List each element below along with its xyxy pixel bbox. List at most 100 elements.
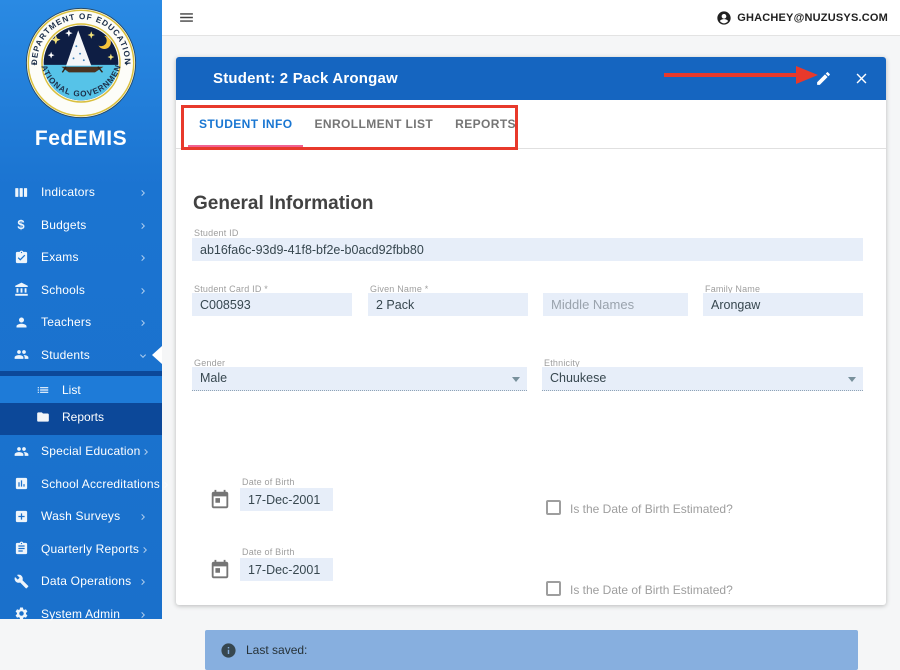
sidebar-item-special-education[interactable]: Special Education xyxy=(0,435,162,468)
date-of-birth-label: Date of Birth xyxy=(242,547,295,557)
date-of-birth-field[interactable] xyxy=(240,558,333,581)
dropdown-caret-icon xyxy=(848,377,856,382)
list-icon xyxy=(36,383,50,397)
date-of-birth-field[interactable] xyxy=(240,488,333,511)
student-dialog: Student: 2 Pack Arongaw STUDENT INFO ENR… xyxy=(176,57,886,670)
pencil-icon xyxy=(816,72,830,85)
sidebar-subitem-label: Reports xyxy=(62,409,105,424)
ethnicity-value: Chuukese xyxy=(550,371,607,385)
gender-value: Male xyxy=(200,371,228,385)
active-section-pointer xyxy=(152,346,162,364)
chevron-right-icon xyxy=(160,478,172,490)
hamburger-icon xyxy=(179,13,193,22)
given-name-field[interactable] xyxy=(368,293,528,316)
date-of-birth-label: Date of Birth xyxy=(242,477,295,487)
sidebar-item-schools[interactable]: Schools xyxy=(0,274,162,307)
chevron-right-icon xyxy=(137,251,149,263)
tab-reports[interactable]: REPORTS xyxy=(444,100,527,148)
sidebar-item-label: Indicators xyxy=(41,185,96,200)
section-title: General Information xyxy=(193,193,374,214)
sidebar-item-label: Exams xyxy=(41,250,79,265)
chevron-right-icon xyxy=(137,575,149,587)
students-submenu: List Reports xyxy=(0,371,162,435)
dob-estimated-checkbox[interactable] xyxy=(546,581,561,596)
chevron-down-icon xyxy=(137,349,149,361)
student-id-label: Student ID xyxy=(194,228,239,238)
dropdown-caret-icon xyxy=(512,377,520,382)
sidebar: DEPARTMENT OF EDUCATION NATIONAL GOVERNM… xyxy=(0,0,168,621)
clipboard-check-icon xyxy=(13,249,29,265)
wrench-icon xyxy=(13,573,29,589)
chevron-right-icon xyxy=(139,543,151,555)
family-name-field[interactable] xyxy=(703,293,863,316)
dialog-header: Student: 2 Pack Arongaw xyxy=(176,57,886,100)
people-icon xyxy=(13,443,29,459)
sidebar-item-school-accreditations[interactable]: School Accreditations xyxy=(0,468,168,501)
user-menu[interactable]: GHACHEY@NUZUSYS.COM xyxy=(716,10,888,26)
edit-button[interactable] xyxy=(814,70,832,88)
student-card-id-field[interactable] xyxy=(192,293,352,316)
chevron-right-icon xyxy=(137,219,149,231)
gear-icon xyxy=(13,606,29,622)
user-email: GHACHEY@NUZUSYS.COM xyxy=(737,11,888,24)
svg-text:✦: ✦ xyxy=(124,60,130,68)
student-id-field[interactable] xyxy=(192,238,863,261)
sidebar-item-exams[interactable]: Exams xyxy=(0,241,162,274)
sidebar-item-label: Data Operations xyxy=(41,574,132,589)
sidebar-item-label: School Accreditations xyxy=(41,476,160,491)
chevron-right-icon xyxy=(137,186,149,198)
sidebar-item-students[interactable]: Students xyxy=(0,339,162,372)
dollar-icon: $ xyxy=(17,216,25,232)
sidebar-subitem-list[interactable]: List xyxy=(0,376,162,403)
dialog-tabs: STUDENT INFO ENROLLMENT LIST REPORTS xyxy=(176,100,886,149)
sidebar-item-indicators[interactable]: Indicators xyxy=(0,176,162,209)
school-building-icon xyxy=(13,282,29,298)
last-saved-text: Last saved: xyxy=(246,643,308,657)
sidebar-item-label: Quarterly Reports xyxy=(41,541,140,556)
app-root: DEPARTMENT OF EDUCATION NATIONAL GOVERNM… xyxy=(0,0,900,670)
gender-select[interactable]: Male xyxy=(192,367,527,391)
sidebar-item-label: Budgets xyxy=(41,217,87,232)
dob-estimated-label: Is the Date of Birth Estimated? xyxy=(570,502,733,516)
ethnicity-select[interactable]: Chuukese xyxy=(542,367,863,391)
tab-student-info[interactable]: STUDENT INFO xyxy=(188,100,304,148)
plus-box-icon xyxy=(13,508,29,524)
sidebar-nav: Indicators $ Budgets Exams Schools Teach… xyxy=(0,176,168,631)
close-button[interactable] xyxy=(852,70,870,88)
sidebar-item-system-admin[interactable]: System Admin xyxy=(0,598,162,631)
tab-enrollment-list[interactable]: ENROLLMENT LIST xyxy=(303,100,444,148)
last-saved-banner: Last saved: xyxy=(205,630,858,670)
app-brand: FedEMIS xyxy=(34,127,128,150)
sidebar-item-quarterly-reports[interactable]: Quarterly Reports xyxy=(0,533,162,566)
columns-icon xyxy=(13,184,29,200)
bar-chart-icon xyxy=(13,476,29,492)
chevron-right-icon xyxy=(137,284,149,296)
middle-names-field[interactable] xyxy=(543,293,688,316)
dob-estimated-checkbox[interactable] xyxy=(546,500,561,515)
person-icon xyxy=(13,314,29,330)
sidebar-item-budgets[interactable]: $ Budgets xyxy=(0,209,162,242)
sidebar-item-label: Students xyxy=(41,347,90,362)
menu-button[interactable] xyxy=(176,8,196,28)
sidebar-item-label: Teachers xyxy=(41,315,92,330)
department-of-education-seal: DEPARTMENT OF EDUCATION NATIONAL GOVERNM… xyxy=(25,7,137,119)
info-icon xyxy=(220,642,237,659)
sidebar-item-label: Schools xyxy=(41,282,86,297)
sidebar-item-wash-surveys[interactable]: Wash Surveys xyxy=(0,500,162,533)
user-avatar-icon xyxy=(717,10,731,25)
sidebar-subitem-reports[interactable]: Reports xyxy=(0,403,162,430)
close-icon xyxy=(856,73,866,84)
folder-icon xyxy=(36,410,50,424)
dialog-title: Student: 2 Pack Arongaw xyxy=(213,70,398,87)
sidebar-item-teachers[interactable]: Teachers xyxy=(0,306,162,339)
calendar-icon[interactable] xyxy=(209,489,231,511)
student-info-form: General Information Student ID Student C… xyxy=(176,149,886,670)
chevron-right-icon xyxy=(140,445,152,457)
sidebar-item-data-operations[interactable]: Data Operations xyxy=(0,565,162,598)
people-icon xyxy=(13,347,29,363)
document-icon xyxy=(13,541,29,557)
calendar-icon[interactable] xyxy=(209,559,231,581)
chevron-right-icon xyxy=(137,510,149,522)
sidebar-item-label: Special Education xyxy=(41,444,141,459)
topbar: GHACHEY@NUZUSYS.COM xyxy=(162,0,900,36)
